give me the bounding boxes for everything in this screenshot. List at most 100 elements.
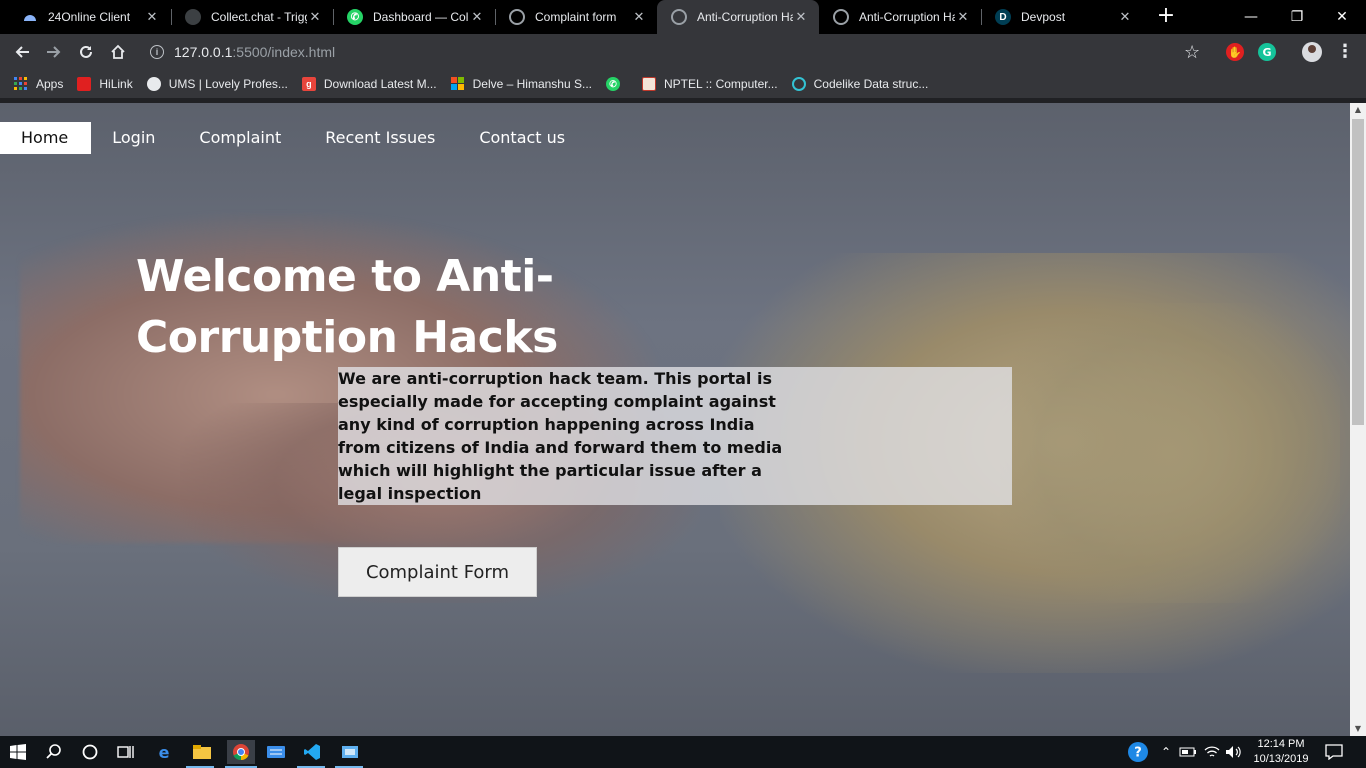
- circle-icon: [791, 77, 806, 91]
- search-icon[interactable]: [42, 740, 66, 764]
- edge-icon[interactable]: e: [152, 740, 176, 764]
- browser-tab[interactable]: Anti-Corruption Ha ✕: [819, 0, 981, 34]
- complaint-form-button[interactable]: Complaint Form: [338, 547, 537, 597]
- cloud-icon: [22, 9, 38, 25]
- nptel-icon: [642, 77, 656, 91]
- intro-text: We are anti-corruption hack team. This p…: [338, 369, 783, 503]
- bookmarks-bar: Apps HiLink UMS | Lovely Profes... g Dow…: [0, 70, 1366, 98]
- scroll-up-icon[interactable]: ▲: [1350, 103, 1366, 117]
- scroll-down-icon[interactable]: ▼: [1350, 722, 1366, 736]
- windows-taskbar: e ? ⌃ 12:14 PM 10/13/2019: [0, 736, 1366, 768]
- arrow-right-icon: [47, 46, 61, 58]
- close-icon[interactable]: ✕: [955, 9, 971, 25]
- profile-avatar[interactable]: [1302, 42, 1322, 62]
- bookmark-download[interactable]: g Download Latest M...: [301, 77, 437, 91]
- bookmark-whatsapp[interactable]: ✆: [606, 77, 628, 91]
- browser-tab[interactable]: Collect.chat - Trigg ✕: [171, 0, 333, 34]
- nav-login[interactable]: Login: [91, 122, 178, 154]
- close-icon[interactable]: ✕: [793, 9, 809, 25]
- cortana-icon[interactable]: [78, 740, 102, 764]
- nav-recent-issues[interactable]: Recent Issues: [304, 122, 458, 154]
- vscode-icon[interactable]: [300, 740, 324, 764]
- whatsapp-icon: ✆: [347, 9, 363, 25]
- forward-button[interactable]: [42, 40, 66, 64]
- microsoft-icon: [450, 77, 465, 91]
- restore-button[interactable]: ❐: [1273, 0, 1321, 34]
- close-window-button[interactable]: ✕: [1318, 0, 1366, 34]
- whatsapp-icon: ✆: [606, 77, 620, 91]
- bookmark-nptel[interactable]: NPTEL :: Computer...: [642, 77, 778, 91]
- browser-tab[interactable]: 24Online Client ✕: [8, 0, 170, 34]
- tab-title: Complaint form: [535, 10, 617, 24]
- close-icon[interactable]: ✕: [144, 9, 160, 25]
- bookmark-apps[interactable]: Apps: [14, 77, 63, 91]
- url-path: :5500/index.html: [232, 44, 336, 60]
- browser-toolbar: i 127.0.0.1:5500/index.html ☆ ✋ G ⋮: [0, 34, 1366, 70]
- home-button[interactable]: [106, 40, 130, 64]
- tab-title: Anti-Corruption Ha: [697, 10, 793, 24]
- bookmark-label: HiLink: [99, 77, 133, 91]
- bookmark-ums[interactable]: UMS | Lovely Profes...: [146, 77, 288, 91]
- browser-tab[interactable]: D Devpost ✕: [981, 0, 1143, 34]
- reload-icon: [80, 45, 92, 58]
- bookmark-delve[interactable]: Delve – Himanshu S...: [450, 77, 592, 91]
- new-tab-button[interactable]: +: [1154, 5, 1178, 29]
- close-icon[interactable]: ✕: [1117, 9, 1133, 25]
- devpost-icon: D: [995, 9, 1011, 25]
- page-scrollbar[interactable]: ▲ ▼: [1350, 103, 1366, 736]
- page-headline: Welcome to Anti-Corruption Hacks: [136, 251, 558, 363]
- tab-title: Collect.chat - Trigg: [211, 10, 307, 24]
- globe-icon: [671, 9, 687, 25]
- g-icon: g: [301, 77, 316, 91]
- system-clock[interactable]: 12:14 PM 10/13/2019: [1246, 737, 1316, 767]
- browser-tab-active[interactable]: Anti-Corruption Ha ✕: [657, 0, 819, 34]
- battery-icon[interactable]: [1176, 740, 1200, 764]
- huawei-icon: [77, 77, 92, 91]
- apps-grid-icon: [14, 77, 28, 91]
- tab-title: Dashboard — Colle: [373, 10, 469, 24]
- chat-bubble-icon: [185, 9, 201, 25]
- task-view-icon[interactable]: [114, 740, 138, 764]
- chrome-icon[interactable]: [227, 740, 255, 764]
- volume-icon[interactable]: [1222, 740, 1246, 764]
- bookmark-label: Download Latest M...: [323, 77, 437, 91]
- bookmark-star-icon[interactable]: ☆: [1184, 42, 1200, 63]
- help-icon[interactable]: ?: [1126, 740, 1150, 764]
- url-host: 127.0.0.1: [174, 44, 233, 60]
- close-icon[interactable]: ✕: [631, 9, 647, 25]
- windows-start-icon[interactable]: [6, 740, 30, 764]
- bookmark-label: Apps: [36, 77, 64, 91]
- file-explorer-icon[interactable]: [190, 740, 214, 764]
- tab-title: Anti-Corruption Ha: [859, 10, 955, 24]
- nav-home[interactable]: Home: [0, 122, 92, 154]
- clock-time: 12:14 PM: [1257, 738, 1305, 750]
- arrow-left-icon: [15, 46, 29, 58]
- control-panel-icon[interactable]: [338, 740, 362, 764]
- menu-kebab-icon[interactable]: ⋮: [1336, 41, 1354, 62]
- address-bar[interactable]: i 127.0.0.1:5500/index.html: [140, 37, 1210, 67]
- extension-hand-icon[interactable]: ✋: [1226, 43, 1244, 61]
- close-icon[interactable]: ✕: [469, 9, 485, 25]
- chevron-up-icon[interactable]: ⌃: [1154, 740, 1178, 764]
- bookmark-codelike[interactable]: Codelike Data struc...: [791, 77, 928, 91]
- reload-button[interactable]: [74, 40, 98, 64]
- browser-tab[interactable]: Complaint form ✕: [495, 0, 657, 34]
- action-center-icon[interactable]: [1322, 740, 1346, 764]
- scrollbar-thumb[interactable]: [1352, 119, 1364, 425]
- wifi-icon[interactable]: [1200, 740, 1224, 764]
- back-button[interactable]: [10, 40, 34, 64]
- browser-tab-strip: 24Online Client ✕ Collect.chat - Trigg ✕…: [0, 0, 1366, 34]
- info-icon[interactable]: i: [150, 45, 164, 59]
- grammarly-icon[interactable]: G: [1258, 43, 1276, 61]
- globe-icon: [509, 9, 525, 25]
- nav-complaint[interactable]: Complaint: [178, 122, 304, 154]
- globe-icon: [833, 9, 849, 25]
- bookmark-hilink[interactable]: HiLink: [77, 77, 133, 91]
- minimize-button[interactable]: —: [1227, 0, 1275, 34]
- page-viewport: Home Login Complaint Recent Issues Conta…: [0, 103, 1350, 736]
- browser-tab[interactable]: ✆ Dashboard — Colle ✕: [333, 0, 495, 34]
- intro-panel: We are anti-corruption hack team. This p…: [338, 367, 1012, 505]
- nav-contact-us[interactable]: Contact us: [458, 122, 588, 154]
- close-icon[interactable]: ✕: [307, 9, 323, 25]
- keyboard-app-icon[interactable]: [264, 740, 288, 764]
